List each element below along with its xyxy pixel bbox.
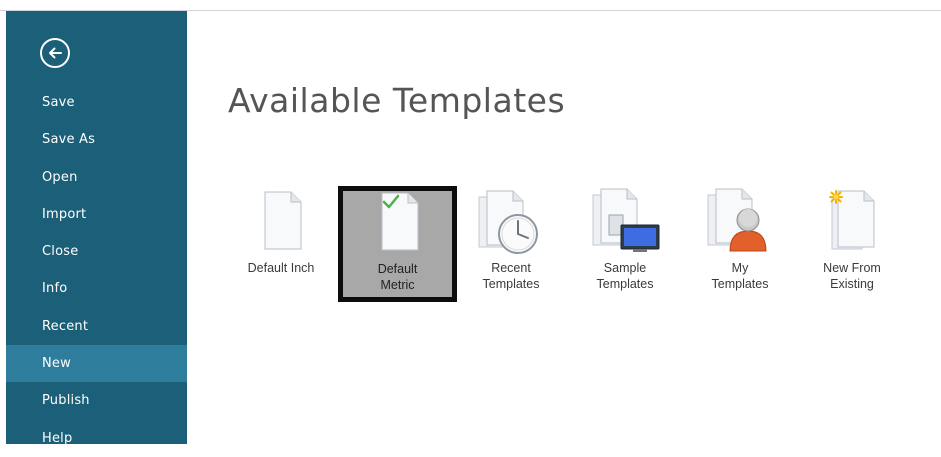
sidebar-menu: Save Save As Open Import Close Info Rece… (6, 84, 187, 457)
clock-documents-icon (478, 190, 538, 254)
template-label: Default Metric (377, 262, 418, 292)
template-sample-templates[interactable]: Sample Templates (568, 185, 682, 300)
sidebar-item-help[interactable]: Help (6, 420, 187, 457)
sidebar-item-import[interactable]: Import (6, 196, 187, 233)
template-label: Recent Templates (482, 261, 540, 291)
template-my-templates[interactable]: My Templates (683, 185, 797, 300)
template-new-from-existing[interactable]: New From Existing (795, 185, 909, 300)
template-label: Sample Templates (596, 261, 654, 291)
monitor-documents-icon (592, 188, 660, 252)
user-documents-icon (707, 188, 767, 252)
sparkle-document-icon (829, 190, 875, 250)
template-recent-templates[interactable]: Recent Templates (454, 185, 568, 300)
backstage-sidebar: Save Save As Open Import Close Info Rece… (6, 11, 187, 446)
sidebar-item-save[interactable]: Save (6, 84, 187, 121)
template-default-inch[interactable]: Default Inch (224, 185, 338, 300)
back-arrow-icon (49, 47, 62, 59)
template-default-metric[interactable]: Default Metric (338, 186, 457, 302)
template-label: New From Existing (823, 261, 881, 291)
sidebar-item-info[interactable]: Info (6, 270, 187, 307)
template-label: My Templates (711, 261, 769, 291)
template-label: Default Inch (247, 261, 315, 275)
checked-document-icon (381, 192, 418, 251)
blank-document-icon (264, 191, 302, 250)
page-title: Available Templates (228, 81, 566, 120)
sidebar-item-open[interactable]: Open (6, 159, 187, 196)
sidebar-item-recent[interactable]: Recent (6, 308, 187, 345)
sidebar-item-save-as[interactable]: Save As (6, 121, 187, 158)
sidebar-item-publish[interactable]: Publish (6, 382, 187, 419)
sidebar-item-close[interactable]: Close (6, 233, 187, 270)
back-button[interactable] (40, 38, 70, 68)
sidebar-item-new[interactable]: New (6, 345, 187, 383)
